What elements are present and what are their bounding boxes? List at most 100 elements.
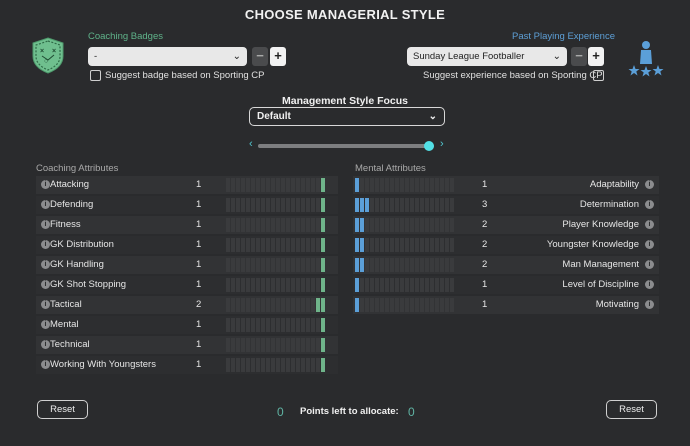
info-icon[interactable]: i bbox=[41, 340, 50, 349]
management-style-focus-dropdown[interactable]: Default ⌄ bbox=[249, 107, 445, 126]
level-segment bbox=[435, 178, 439, 192]
level-segment bbox=[316, 198, 320, 212]
level-segment bbox=[241, 218, 245, 232]
level-segment bbox=[291, 258, 295, 272]
info-icon[interactable]: i bbox=[645, 240, 654, 249]
playing-experience-increase-button[interactable]: + bbox=[588, 47, 604, 66]
level-segment bbox=[395, 258, 399, 272]
level-segment bbox=[256, 358, 260, 372]
level-segment bbox=[276, 218, 280, 232]
slider-right-arrow-icon[interactable]: › bbox=[440, 138, 444, 150]
level-segment bbox=[355, 258, 359, 272]
info-icon[interactable]: i bbox=[41, 300, 50, 309]
info-icon[interactable]: i bbox=[41, 260, 50, 269]
player-stars-icon bbox=[628, 41, 664, 77]
level-segment bbox=[236, 298, 240, 312]
info-icon[interactable]: i bbox=[645, 260, 654, 269]
attribute-row: i Player Knowledge 2 bbox=[353, 216, 659, 234]
level-segment bbox=[410, 238, 414, 252]
info-icon[interactable]: i bbox=[645, 200, 654, 209]
level-segment bbox=[246, 238, 250, 252]
info-icon[interactable]: i bbox=[645, 300, 654, 309]
focus-slider-thumb[interactable] bbox=[423, 141, 434, 151]
level-segment bbox=[360, 298, 364, 312]
attribute-value: 2 bbox=[482, 219, 488, 230]
coaching-badges-dropdown[interactable]: - ⌄ bbox=[88, 47, 247, 66]
info-icon[interactable]: i bbox=[41, 320, 50, 329]
level-segment bbox=[296, 298, 300, 312]
level-segment bbox=[286, 278, 290, 292]
level-segment bbox=[380, 278, 384, 292]
attribute-value: 1 bbox=[196, 359, 202, 370]
slider-left-arrow-icon[interactable]: ‹ bbox=[249, 138, 253, 150]
level-segment bbox=[246, 178, 250, 192]
level-segment bbox=[301, 298, 305, 312]
suggest-badge-checkbox[interactable] bbox=[90, 70, 101, 81]
level-segment bbox=[425, 238, 429, 252]
level-segment bbox=[316, 298, 320, 312]
level-segment bbox=[241, 298, 245, 312]
info-icon[interactable]: i bbox=[41, 280, 50, 289]
level-segment bbox=[390, 178, 394, 192]
level-segment bbox=[301, 278, 305, 292]
level-segment bbox=[226, 358, 230, 372]
reset-mental-button[interactable]: Reset bbox=[606, 400, 657, 419]
level-segment bbox=[236, 178, 240, 192]
level-segment bbox=[450, 258, 454, 272]
level-segment bbox=[415, 218, 419, 232]
info-icon[interactable]: i bbox=[645, 180, 654, 189]
level-segment bbox=[430, 218, 434, 232]
level-segment bbox=[286, 258, 290, 272]
level-segment bbox=[256, 218, 260, 232]
playing-experience-decrease-button[interactable]: − bbox=[571, 47, 587, 66]
level-segment bbox=[380, 198, 384, 212]
level-segment bbox=[276, 178, 280, 192]
info-icon[interactable]: i bbox=[41, 200, 50, 209]
info-icon[interactable]: i bbox=[41, 360, 50, 369]
level-segment bbox=[261, 298, 265, 312]
level-segment bbox=[286, 338, 290, 352]
level-segment bbox=[415, 258, 419, 272]
level-segment bbox=[395, 198, 399, 212]
level-segment bbox=[435, 238, 439, 252]
level-segment bbox=[241, 258, 245, 272]
level-segment bbox=[385, 258, 389, 272]
level-segment bbox=[440, 218, 444, 232]
level-segment bbox=[271, 178, 275, 192]
attribute-row: i Adaptability 1 bbox=[353, 176, 659, 194]
playing-experience-dropdown[interactable]: Sunday League Footballer ⌄ bbox=[407, 47, 567, 66]
level-segment bbox=[400, 198, 404, 212]
info-icon[interactable]: i bbox=[41, 220, 50, 229]
level-segment bbox=[246, 218, 250, 232]
level-segment bbox=[291, 218, 295, 232]
coaching-badges-decrease-button[interactable]: − bbox=[252, 47, 268, 66]
level-segment bbox=[291, 278, 295, 292]
level-segment bbox=[420, 198, 424, 212]
coaching-badges-increase-button[interactable]: + bbox=[270, 47, 286, 66]
focus-slider-track[interactable] bbox=[258, 144, 434, 148]
level-segment bbox=[385, 218, 389, 232]
level-segment bbox=[365, 298, 369, 312]
reset-coaching-button[interactable]: Reset bbox=[37, 400, 88, 419]
level-segment bbox=[425, 198, 429, 212]
level-segment bbox=[286, 298, 290, 312]
level-segment bbox=[355, 198, 359, 212]
level-segment bbox=[380, 258, 384, 272]
info-icon[interactable]: i bbox=[645, 280, 654, 289]
level-segment bbox=[370, 278, 374, 292]
level-segment bbox=[306, 258, 310, 272]
level-segment bbox=[450, 278, 454, 292]
level-segment bbox=[321, 258, 325, 272]
attribute-name: Technical bbox=[50, 339, 90, 350]
level-segment bbox=[321, 338, 325, 352]
attribute-name: Adaptability bbox=[589, 179, 639, 190]
level-segment bbox=[306, 298, 310, 312]
attribute-name: Level of Discipline bbox=[562, 279, 639, 290]
points-left-mental: 0 bbox=[408, 405, 415, 419]
attribute-name: GK Shot Stopping bbox=[50, 279, 127, 290]
info-icon[interactable]: i bbox=[41, 240, 50, 249]
level-segment bbox=[365, 258, 369, 272]
info-icon[interactable]: i bbox=[645, 220, 654, 229]
info-icon[interactable]: i bbox=[41, 180, 50, 189]
suggest-experience-checkbox[interactable] bbox=[593, 70, 604, 81]
